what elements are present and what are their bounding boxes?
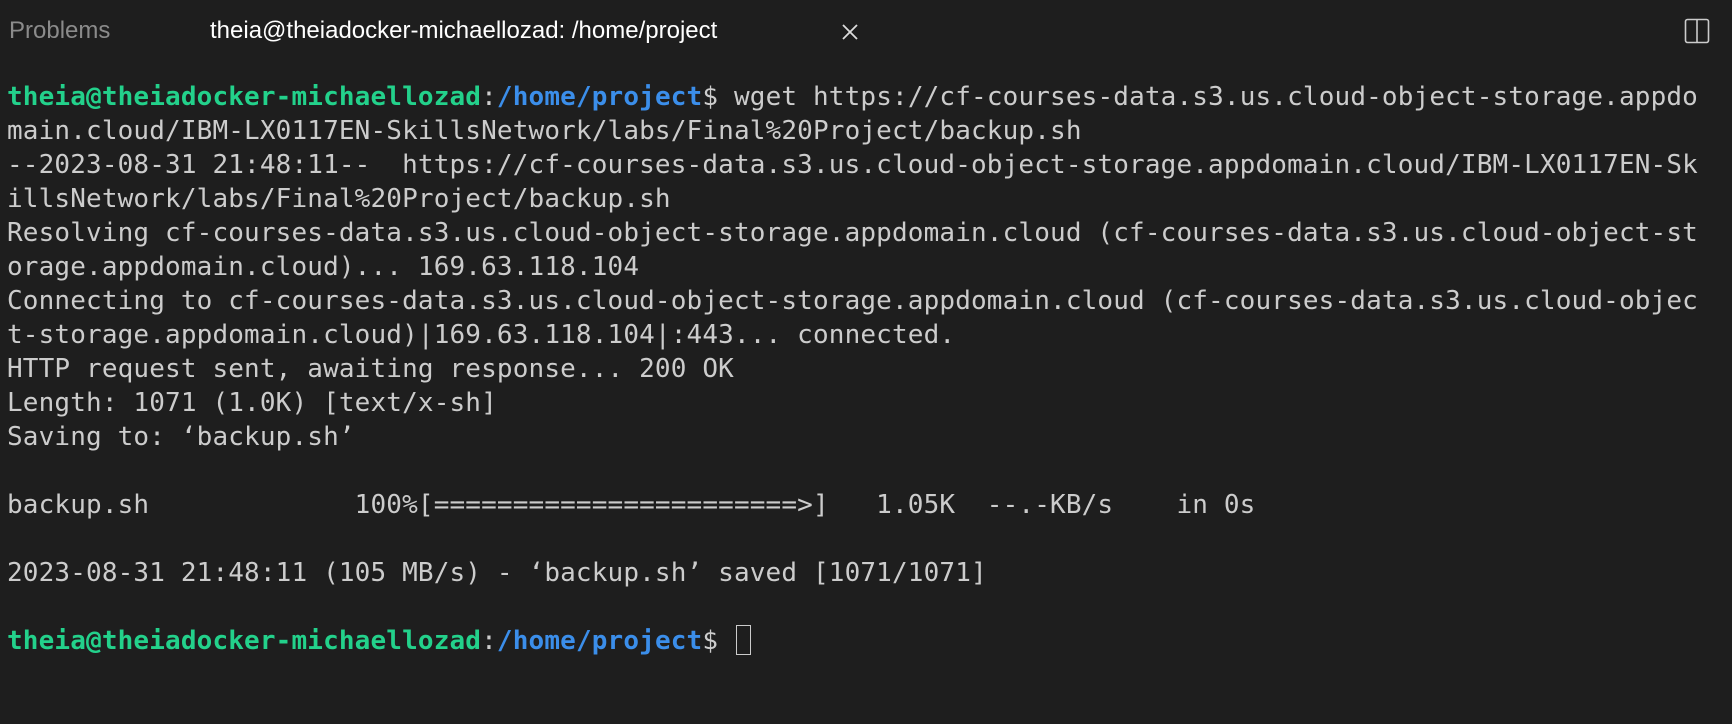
prompt-dollar: $ <box>702 82 734 112</box>
output-line: --2023-08-31 21:48:11-- https://cf-cours… <box>7 150 1698 180</box>
output-line: illsNetwork/labs/Final%20Project/backup.… <box>7 184 671 214</box>
terminal-command-line: theia@theiadocker-michaellozad:/home/pro… <box>7 80 1727 114</box>
output-line: HTTP request sent, awaiting response... … <box>7 354 734 384</box>
tab-problems[interactable]: Problems <box>9 17 110 45</box>
tab-terminal[interactable]: theia@theiadocker-michaellozad: /home/pr… <box>210 17 717 45</box>
output-line: Resolving cf-courses-data.s3.us.cloud-ob… <box>7 218 1698 248</box>
output-line: Length: 1071 (1.0K) [text/x-sh] <box>7 388 497 418</box>
progress-line: backup.sh 100%[=======================>]… <box>7 490 1256 520</box>
prompt-path: /home/project <box>496 82 703 112</box>
panel-tab-bar: Problems theia@theiadocker-michaellozad:… <box>0 0 1732 66</box>
prompt-path: /home/project <box>496 626 703 656</box>
output-line: t-storage.appdomain.cloud)|169.63.118.10… <box>7 320 956 350</box>
output-line: Saving to: ‘backup.sh’ <box>7 422 355 452</box>
output-line: 2023-08-31 21:48:11 (105 MB/s) - ‘backup… <box>7 558 987 588</box>
prompt-dollar: $ <box>702 626 734 656</box>
prompt-user: theia@theiadocker-michaellozad <box>7 82 482 112</box>
terminal-prompt-line[interactable]: theia@theiadocker-michaellozad:/home/pro… <box>7 624 1727 658</box>
split-terminal-icon[interactable] <box>1684 18 1710 44</box>
output-line: main.cloud/IBM-LX0117EN-SkillsNetwork/la… <box>7 116 1082 146</box>
output-line: orage.appdomain.cloud)... 169.63.118.104 <box>7 252 640 282</box>
prompt-separator: : <box>481 82 497 112</box>
close-tab-icon[interactable] <box>838 20 862 44</box>
prompt-user: theia@theiadocker-michaellozad <box>7 626 482 656</box>
command-text: wget https://cf-courses-data.s3.us.cloud… <box>733 82 1698 112</box>
prompt-separator: : <box>481 626 497 656</box>
output-line: Connecting to cf-courses-data.s3.us.clou… <box>7 286 1698 316</box>
terminal-output[interactable]: theia@theiadocker-michaellozad:/home/pro… <box>7 80 1727 658</box>
terminal-cursor <box>735 625 751 655</box>
